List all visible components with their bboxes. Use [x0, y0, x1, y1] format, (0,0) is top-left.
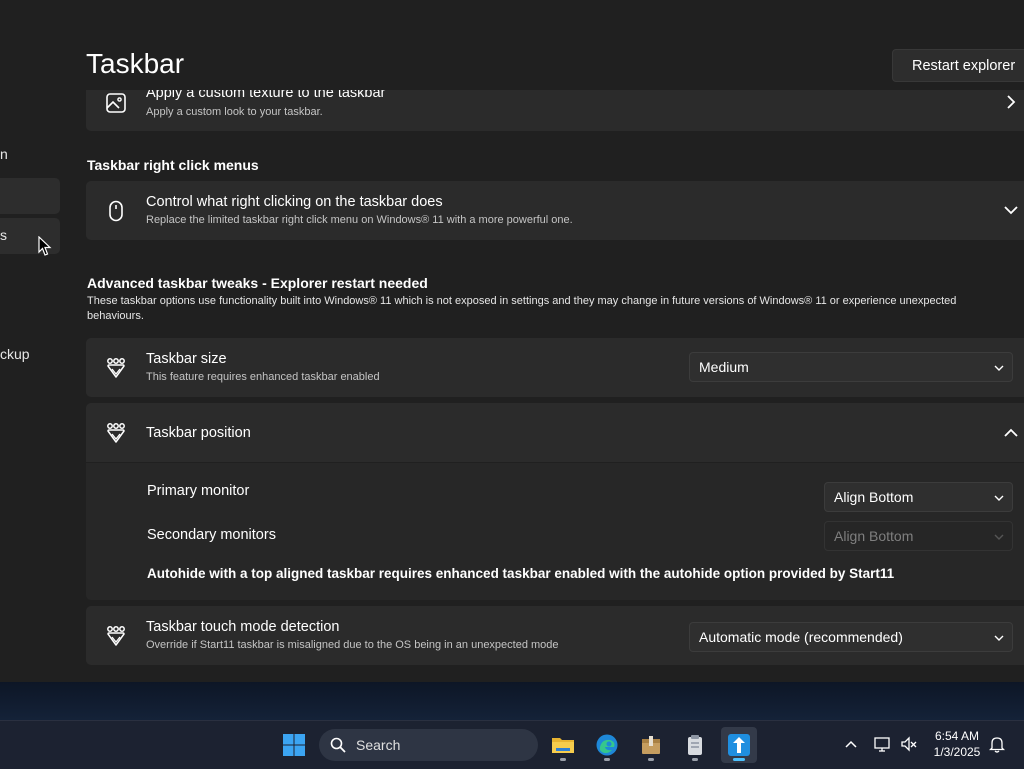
taskbar-size-title: Taskbar size [146, 351, 227, 367]
folder-icon [552, 738, 574, 753]
taskbar-clock[interactable]: 6:54 AM 1/3/2025 [924, 728, 990, 760]
taskbar-size-value: Medium [699, 359, 749, 375]
sidebar-item-1[interactable]: n [0, 137, 60, 173]
volume-muted-icon[interactable] [900, 735, 918, 753]
network-icon[interactable] [874, 735, 892, 753]
texture-card-desc: Apply a custom look to your taskbar. [146, 106, 323, 118]
secondary-monitors-value: Align Bottom [834, 528, 914, 544]
search-icon [330, 737, 346, 753]
sidebar-item-2[interactable] [0, 178, 60, 214]
tray-overflow-chevron-icon[interactable] [845, 739, 857, 751]
sidebar-item-backup[interactable]: ckup [0, 337, 60, 373]
restart-explorer-button[interactable]: Restart explorer [892, 49, 1024, 82]
touch-mode-value: Automatic mode (recommended) [699, 629, 903, 645]
taskbar-search-box[interactable]: Search [319, 729, 538, 761]
windows-logo-icon [283, 734, 305, 756]
taskbar-app-edge[interactable] [589, 727, 625, 763]
running-indicator [692, 758, 698, 761]
restart-explorer-label: Restart explorer [912, 58, 1016, 74]
mouse-icon [109, 200, 123, 222]
chevron-down-icon [994, 495, 1004, 501]
image-icon [106, 93, 126, 113]
clock-time: 6:54 AM [934, 729, 980, 743]
clock-date: 1/3/2025 [933, 745, 981, 759]
clipboard-icon [688, 735, 702, 755]
chevron-down-icon [994, 534, 1004, 540]
touch-mode-title: Taskbar touch mode detection [146, 619, 340, 635]
autohide-note: Autohide with a top aligned taskbar requ… [147, 566, 895, 581]
edge-browser-icon [596, 734, 618, 756]
taskbar-app-start11[interactable] [721, 727, 757, 763]
start11-logo-icon [107, 626, 125, 646]
sidebar-item-label: s [0, 227, 7, 243]
right-click-section-title: Taskbar right click menus [87, 157, 259, 173]
notification-bell-icon[interactable] [989, 736, 1005, 753]
primary-monitor-dropdown[interactable]: Align Bottom [824, 482, 1013, 512]
touch-mode-dropdown[interactable]: Automatic mode (recommended) [689, 622, 1013, 652]
chevron-down-icon [994, 365, 1004, 371]
chevron-down-icon [1004, 206, 1018, 215]
running-indicator [560, 758, 566, 761]
taskbar-position-header[interactable]: Taskbar position [86, 403, 1024, 462]
secondary-monitors-label: Secondary monitors [147, 527, 276, 543]
active-indicator [733, 758, 745, 761]
taskbar-size-dropdown[interactable]: Medium [689, 352, 1013, 382]
chevron-up-icon [1004, 428, 1018, 437]
package-icon [642, 736, 660, 754]
settings-window: — ▢ n s ckup Apply a custom texture to t… [0, 0, 1024, 682]
running-indicator [648, 758, 654, 761]
right-click-card[interactable]: Control what right clicking on the taskb… [86, 181, 1024, 240]
taskbar-app-package[interactable] [633, 727, 669, 763]
taskbar-app-clipboard[interactable] [677, 727, 713, 763]
advanced-section-title: Advanced taskbar tweaks - Explorer resta… [87, 275, 428, 291]
windows-taskbar: Search 6:54 AM 1/3/2025 [0, 720, 1024, 769]
page-title: Taskbar [86, 48, 185, 79]
advanced-section-desc-line2: behaviours. [87, 310, 144, 322]
sidebar-item-label: n [0, 146, 8, 162]
advanced-section-desc-line1: These taskbar options use functionality … [87, 295, 957, 307]
desktop-background [0, 682, 1024, 720]
start-button[interactable] [276, 727, 312, 763]
secondary-monitors-dropdown[interactable]: Align Bottom [824, 521, 1013, 551]
primary-monitor-value: Align Bottom [834, 489, 914, 505]
touch-mode-desc: Override if Start11 taskbar is misaligne… [146, 639, 559, 651]
running-indicator [604, 758, 610, 761]
taskbar-size-desc: This feature requires enhanced taskbar e… [146, 371, 380, 383]
mouse-cursor-icon [38, 236, 52, 256]
right-click-card-title: Control what right clicking on the taskb… [146, 194, 443, 210]
start11-logo-icon [107, 358, 125, 378]
start11-app-icon [728, 734, 750, 756]
taskbar-app-file-explorer[interactable] [545, 727, 581, 763]
primary-monitor-label: Primary monitor [147, 483, 250, 499]
sidebar-item-label: ckup [0, 346, 30, 362]
taskbar-position-title: Taskbar position [146, 425, 251, 441]
page-header [60, 0, 1024, 90]
chevron-down-icon [994, 635, 1004, 641]
right-click-card-desc: Replace the limited taskbar right click … [146, 214, 573, 226]
start11-logo-icon [107, 423, 125, 443]
taskbar-search-placeholder: Search [356, 737, 401, 753]
chevron-right-icon [1007, 95, 1016, 109]
